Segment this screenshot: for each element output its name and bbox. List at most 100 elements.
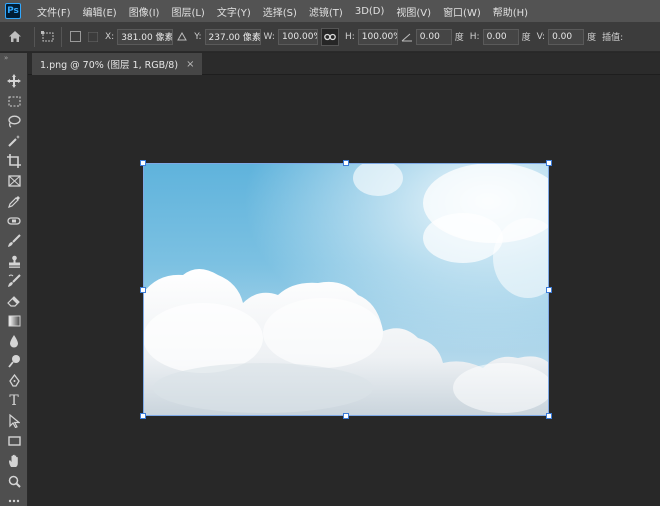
interpolation-label: 插值:	[602, 33, 624, 43]
dodge-tool[interactable]	[0, 351, 28, 371]
transform-handle-bottom[interactable]	[343, 413, 349, 419]
eraser-tool[interactable]	[0, 291, 28, 311]
transform-handle-top-left[interactable]	[140, 160, 146, 166]
pen-tool[interactable]	[0, 371, 28, 391]
crop-tool[interactable]	[0, 151, 28, 171]
stamp-icon	[8, 255, 20, 268]
clone-stamp-tool[interactable]	[0, 251, 28, 271]
path-selection-tool[interactable]	[0, 411, 28, 431]
menu-bar: Ps 文件(F) 编辑(E) 图像(I) 图层(L) 文字(Y) 选择(S) 滤…	[0, 0, 660, 22]
v-skew-unit: 度	[587, 33, 597, 43]
cloud-sky-image[interactable]	[143, 163, 549, 416]
brush-icon	[8, 234, 21, 247]
height-field[interactable]: 100.00%	[357, 28, 398, 45]
transform-handle-top[interactable]	[343, 160, 349, 166]
eraser-icon	[7, 296, 20, 307]
close-icon[interactable]: ×	[186, 59, 194, 70]
menu-type[interactable]: 文字(Y)	[211, 4, 257, 19]
menu-edit[interactable]: 编辑(E)	[77, 4, 123, 19]
h-skew-unit: 度	[521, 33, 531, 43]
x-position-field[interactable]: 381.00 像素	[117, 28, 174, 45]
link-icon	[324, 33, 336, 40]
frame-icon	[7, 175, 21, 187]
menu-layer[interactable]: 图层(L)	[165, 4, 210, 19]
home-button[interactable]	[0, 22, 30, 52]
hand-tool[interactable]	[0, 451, 28, 471]
frame-tool[interactable]	[0, 171, 28, 191]
width-field[interactable]: 100.00%	[277, 28, 318, 45]
history-brush-icon	[8, 274, 21, 287]
transform-handle-left[interactable]	[140, 287, 146, 293]
angle-icon	[401, 33, 412, 41]
crop-icon	[7, 154, 21, 168]
reference-point-toggle[interactable]	[66, 28, 84, 46]
magic-wand-tool[interactable]	[0, 131, 28, 151]
reference-point-icon	[88, 31, 98, 42]
history-brush-tool[interactable]	[0, 271, 28, 291]
move-tool[interactable]	[0, 71, 28, 91]
rotate-angle-indicator	[398, 28, 416, 46]
transform-handle-right[interactable]	[546, 287, 552, 293]
h-skew-label: H:	[469, 31, 480, 42]
document-tab-bar: 1.png @ 70% (图层 1, RGB/8) ×	[0, 53, 660, 75]
photoshop-logo: Ps	[5, 3, 21, 19]
menu-filter[interactable]: 滤镜(T)	[303, 4, 349, 19]
eyedropper-icon	[7, 195, 20, 208]
transform-handle-top-right[interactable]	[546, 160, 552, 166]
move-icon	[7, 74, 21, 88]
h-skew-field[interactable]: 0.00	[482, 28, 519, 45]
options-separator	[61, 26, 62, 47]
zoom-icon	[8, 475, 21, 488]
maintain-aspect-ratio-button[interactable]	[320, 27, 339, 46]
reference-point-grid[interactable]	[84, 28, 102, 46]
bandage-icon	[7, 217, 21, 225]
ellipsis-icon	[8, 499, 20, 503]
zoom-tool[interactable]	[0, 471, 28, 491]
more-tools-button[interactable]	[0, 491, 28, 506]
drop-icon	[10, 334, 18, 347]
lasso-icon	[8, 115, 21, 128]
document-tab-title: 1.png @ 70% (图层 1, RGB/8)	[40, 60, 179, 71]
transform-handle-bottom-right[interactable]	[546, 413, 552, 419]
v-skew-field[interactable]: 0.00	[548, 28, 585, 45]
transform-mode-button[interactable]	[39, 28, 57, 46]
menu-help[interactable]: 帮助(H)	[487, 4, 534, 19]
marquee-tool[interactable]	[0, 91, 28, 111]
y-position-field[interactable]: 237.00 像素	[204, 28, 261, 45]
eyedropper-tool[interactable]	[0, 191, 28, 211]
blur-tool[interactable]	[0, 331, 28, 351]
home-icon	[9, 31, 21, 42]
v-skew-label: V:	[536, 31, 546, 42]
delta-icon	[177, 32, 188, 41]
rotate-angle-field[interactable]: 0.00	[415, 28, 452, 45]
options-separator	[34, 26, 35, 47]
menu-view[interactable]: 视图(V)	[390, 4, 437, 19]
rectangle-tool[interactable]	[0, 431, 28, 451]
tools-panel: » T	[0, 53, 28, 506]
brush-tool[interactable]	[0, 231, 28, 251]
relative-position-button[interactable]	[173, 28, 191, 46]
healing-brush-tool[interactable]	[0, 211, 28, 231]
w-label: W:	[263, 31, 275, 42]
x-label: X:	[105, 31, 115, 42]
transform-handle-bottom-left[interactable]	[140, 413, 146, 419]
lasso-tool[interactable]	[0, 111, 28, 131]
h-label: H:	[344, 31, 355, 42]
y-label: Y:	[194, 31, 202, 42]
menu-3d[interactable]: 3D(D)	[349, 6, 391, 17]
magic-wand-icon	[8, 135, 20, 147]
rectangle-icon	[7, 436, 21, 446]
gradient-icon	[8, 315, 20, 327]
menu-image[interactable]: 图像(I)	[123, 4, 166, 19]
marquee-icon	[8, 96, 20, 106]
menu-file[interactable]: 文件(F)	[31, 4, 77, 19]
angle-unit: 度	[454, 33, 464, 43]
document-tab[interactable]: 1.png @ 70% (图层 1, RGB/8) ×	[32, 53, 203, 75]
collapse-toolbar-icon[interactable]: »	[0, 53, 27, 63]
gradient-tool[interactable]	[0, 311, 28, 331]
menu-select[interactable]: 选择(S)	[257, 4, 303, 19]
menu-window[interactable]: 窗口(W)	[437, 4, 487, 19]
type-tool[interactable]: T	[0, 391, 28, 411]
arrow-cursor-icon	[8, 414, 20, 428]
pen-icon	[8, 374, 20, 387]
